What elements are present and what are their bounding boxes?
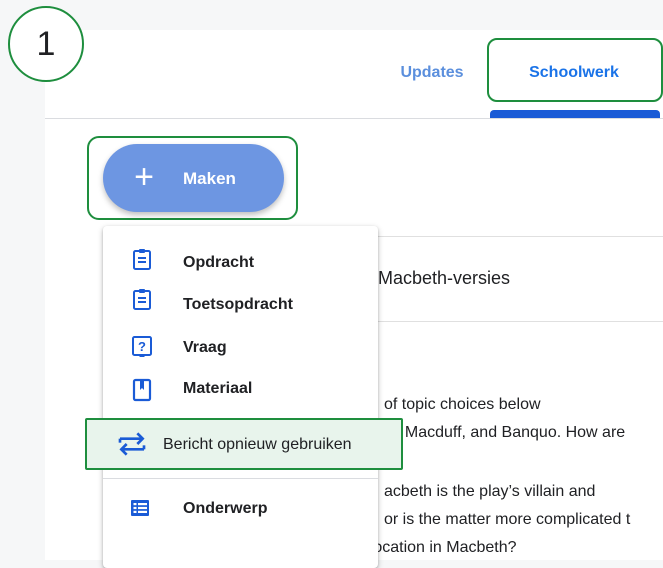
topic-icon (131, 500, 149, 516)
reuse-post-icon (118, 432, 146, 456)
active-tab-indicator (490, 110, 660, 118)
body-text-line: acbeth is the play’s villain and (384, 483, 596, 500)
card-title: Macbeth-versies (378, 268, 511, 288)
menu-item-label: Toetsopdracht (183, 296, 293, 313)
assignment-icon (133, 249, 151, 270)
menu-item-label: Bericht opnieuw gebruiken (163, 436, 352, 453)
material-icon (132, 378, 152, 402)
tabs-divider (45, 118, 663, 119)
menu-divider (103, 478, 378, 479)
menu-item-label: Opdracht (183, 254, 255, 271)
question-icon: ? (132, 336, 152, 357)
quiz-assignment-icon (133, 289, 151, 310)
tab-updates[interactable]: Updates (372, 58, 492, 88)
create-button-label: Maken (183, 169, 236, 188)
menu-item-label: Onderwerp (183, 500, 268, 517)
body-text-line: or is the matter more complicated t (384, 511, 631, 528)
body-text-line: , Macduff, and Banquo. How are (396, 424, 626, 441)
tab-schoolwerk[interactable]: Schoolwerk (489, 58, 659, 88)
plus-icon: + (134, 158, 154, 196)
step-number-badge: 1 (8, 6, 84, 82)
menu-item-label: Vraag (183, 339, 227, 356)
body-text-line: of topic choices below (384, 396, 541, 413)
svg-text:?: ? (138, 339, 146, 354)
menu-item-label: Materiaal (183, 380, 253, 397)
